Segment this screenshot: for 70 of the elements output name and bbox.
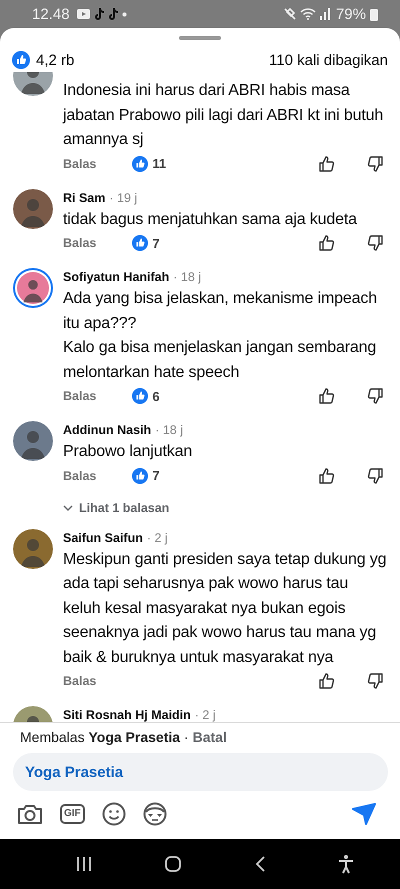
thumbs-down-icon[interactable] xyxy=(366,234,384,252)
comment-text: Indonesia ini harus dari ABRI habis masa jabatan Prabowo pili lagi dari ABRI kt ini butuh amannya sj xyxy=(63,81,384,150)
like-reaction-icon xyxy=(132,235,148,251)
wifi-icon xyxy=(300,8,316,20)
gif-button[interactable]: GIF xyxy=(60,804,85,824)
accessibility-icon[interactable] xyxy=(338,854,354,874)
like-count[interactable]: 4,2 rb xyxy=(36,52,74,68)
avatar[interactable] xyxy=(13,268,53,308)
comment-time: · 18 j xyxy=(155,423,183,437)
back-icon[interactable] xyxy=(254,855,266,873)
status-time: 12.48 xyxy=(32,6,70,22)
reaction-count: 6 xyxy=(152,388,160,404)
comment-text: Prabowo lanjutkan xyxy=(63,442,194,462)
reaction-count: 7 xyxy=(152,468,160,483)
comment-time: · 19 j xyxy=(109,190,138,204)
thumbs-up-icon[interactable] xyxy=(318,466,336,484)
avatar[interactable] xyxy=(13,528,53,568)
commenter-name[interactable]: Ri Sam xyxy=(63,190,106,204)
reply-link[interactable]: Balas xyxy=(63,468,96,482)
mute-icon xyxy=(282,8,296,20)
music-note-icon xyxy=(94,8,104,20)
share-count[interactable]: 110 kali dibagikan xyxy=(269,52,388,68)
cancel-link[interactable]: Batal xyxy=(192,729,227,745)
comment-time: · 2 j xyxy=(194,708,216,722)
replying-to-text: Membalas Yoga Prasetia · xyxy=(20,729,189,745)
send-icon[interactable] xyxy=(352,803,376,825)
music-note-icon xyxy=(108,8,118,20)
thumbs-down-icon[interactable] xyxy=(366,154,384,172)
commenter-name[interactable]: Saifun Saifun xyxy=(63,530,143,544)
comment-text: tidak bagus menjatuhkan sama aja kudeta xyxy=(63,210,358,230)
commenter-name[interactable]: Addinun Nasih xyxy=(63,423,152,437)
thumbs-up-icon[interactable] xyxy=(318,672,336,690)
thumbs-down-icon[interactable] xyxy=(366,387,384,405)
signal-icon xyxy=(320,8,330,20)
comment-text: Meskipun ganti presiden saya tetap dukung yg ada tapi seharusnya pak wowo harus tau keluh kesal masyarakat nya bukan egois seenaknya jadi pak wowo harus tau mana yg baik & buruknya untuk masyarakat nya xyxy=(63,550,388,668)
commenter-name[interactable]: Sofiyatun Hanifah xyxy=(63,270,170,284)
commenter-name[interactable]: Siti Rosnah Hj Maidin xyxy=(63,708,191,722)
avatar-sticker-icon[interactable] xyxy=(142,802,167,826)
recent-apps-icon[interactable] xyxy=(76,856,92,872)
reaction-count: 11 xyxy=(152,156,166,171)
comment-time: · 18 j xyxy=(173,270,202,284)
like-reaction-icon xyxy=(132,156,148,172)
thumbs-up-icon[interactable] xyxy=(318,154,336,172)
reply-link[interactable]: Balas xyxy=(63,389,96,403)
drag-handle[interactable] xyxy=(179,36,221,40)
thumbs-up-icon[interactable] xyxy=(318,387,336,405)
video-app-icon xyxy=(76,9,90,19)
thumbs-down-icon[interactable] xyxy=(366,466,384,484)
comment-time: · 2 j xyxy=(146,530,168,544)
reply-link[interactable]: Balas xyxy=(63,156,96,170)
reply-link[interactable]: Balas xyxy=(63,674,96,688)
comment-text: Ada yang bisa jelaskan, mekanisme impeach itu apa??? Kalo ga bisa menjelaskan jangan sembarang melontarkan hate speech xyxy=(63,289,378,382)
dot-icon xyxy=(122,12,127,16)
avatar[interactable] xyxy=(13,188,53,228)
view-replies-link[interactable]: Lihat 1 balasan xyxy=(63,500,170,514)
avatar[interactable] xyxy=(13,421,53,461)
battery-icon xyxy=(370,8,378,20)
reply-link[interactable]: Balas xyxy=(63,236,96,250)
battery-percentage: 79% xyxy=(336,6,366,22)
like-reaction-icon xyxy=(12,51,30,69)
home-icon[interactable] xyxy=(164,855,182,873)
comment-input[interactable]: Yoga Prasetia xyxy=(13,753,388,791)
chevron-down-icon xyxy=(63,504,73,510)
smiley-icon[interactable] xyxy=(102,802,126,826)
reaction-count: 7 xyxy=(152,236,160,250)
like-reaction-icon xyxy=(132,388,148,404)
camera-icon[interactable] xyxy=(17,803,43,825)
thumbs-down-icon[interactable] xyxy=(366,672,384,690)
thumbs-up-icon[interactable] xyxy=(318,234,336,252)
like-reaction-icon xyxy=(132,468,148,484)
